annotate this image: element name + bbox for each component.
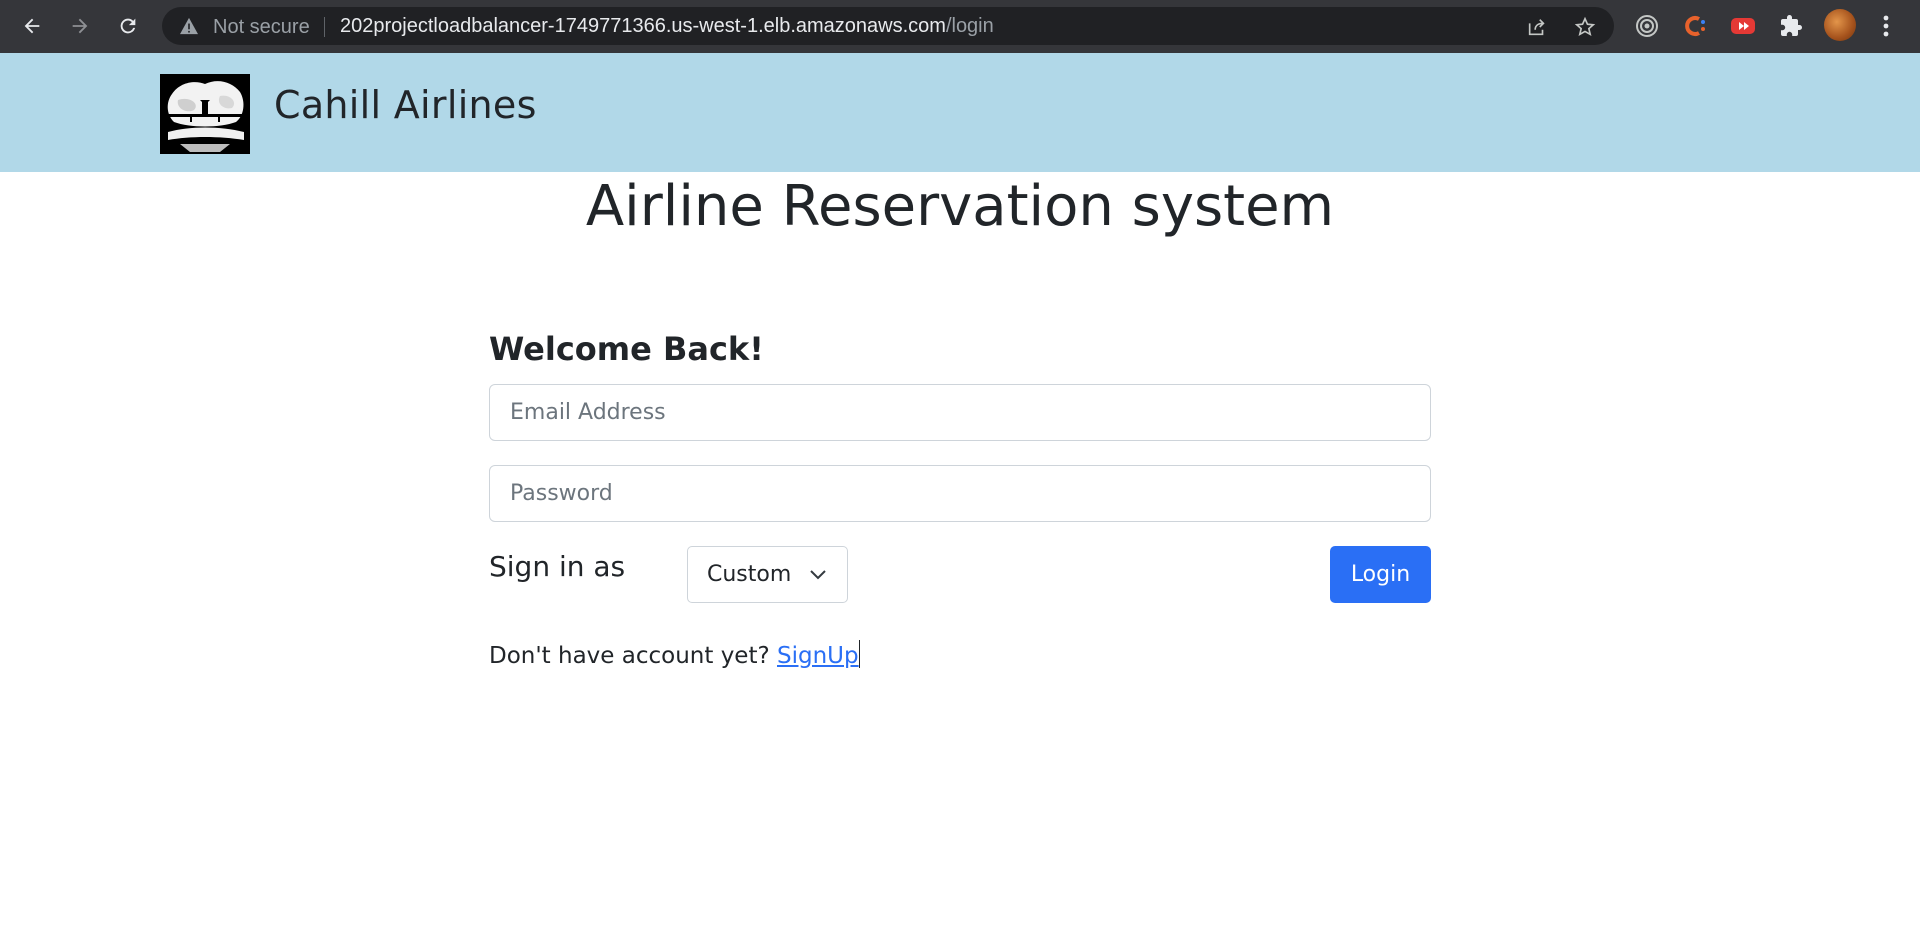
brand-name[interactable]: Cahill Airlines bbox=[274, 83, 537, 127]
star-icon[interactable] bbox=[1574, 16, 1596, 38]
url-text[interactable]: 202projectloadbalancer-1749771366.us-wes… bbox=[340, 15, 994, 38]
warning-icon[interactable] bbox=[179, 17, 199, 35]
back-icon[interactable] bbox=[16, 10, 48, 42]
profile-avatar[interactable] bbox=[1824, 9, 1856, 41]
welcome-heading: Welcome Back! bbox=[489, 330, 764, 368]
reload-icon[interactable] bbox=[112, 10, 144, 42]
airplane-logo[interactable] bbox=[160, 74, 250, 154]
signup-prompt-row: Don't have account yet? SignUp bbox=[489, 640, 860, 669]
forward-icon[interactable] bbox=[64, 10, 96, 42]
email-field[interactable] bbox=[489, 384, 1431, 441]
omnibox-divider bbox=[324, 17, 325, 37]
url-host: 202projectloadbalancer-1749771366.us-wes… bbox=[340, 15, 946, 37]
extension-target-icon[interactable] bbox=[1633, 12, 1661, 40]
url-path: /login bbox=[945, 15, 994, 37]
page-title: Airline Reservation system bbox=[585, 174, 1335, 239]
site-header: Cahill Airlines bbox=[0, 53, 1920, 172]
address-bar[interactable]: Not secure 202projectloadbalancer-174977… bbox=[162, 7, 1614, 45]
share-icon[interactable] bbox=[1526, 16, 1548, 38]
extension-youtube-icon[interactable] bbox=[1729, 12, 1757, 40]
sign-in-as-label: Sign in as bbox=[489, 550, 626, 583]
extension-c-icon[interactable] bbox=[1681, 12, 1709, 40]
signup-prompt: Don't have account yet? bbox=[489, 643, 770, 669]
signup-link[interactable]: SignUp bbox=[777, 643, 859, 669]
role-select[interactable]: Custom bbox=[687, 546, 848, 603]
security-label[interactable]: Not secure bbox=[213, 16, 310, 39]
browser-toolbar: Not secure 202projectloadbalancer-174977… bbox=[0, 0, 1920, 53]
role-select-value: Custom bbox=[707, 562, 792, 587]
text-caret bbox=[858, 640, 860, 668]
extensions-puzzle-icon[interactable] bbox=[1777, 12, 1805, 40]
password-field[interactable] bbox=[489, 465, 1431, 522]
login-button[interactable]: Login bbox=[1330, 546, 1431, 603]
chevron-down-icon bbox=[810, 570, 826, 580]
menu-kebab-icon[interactable] bbox=[1876, 12, 1896, 40]
